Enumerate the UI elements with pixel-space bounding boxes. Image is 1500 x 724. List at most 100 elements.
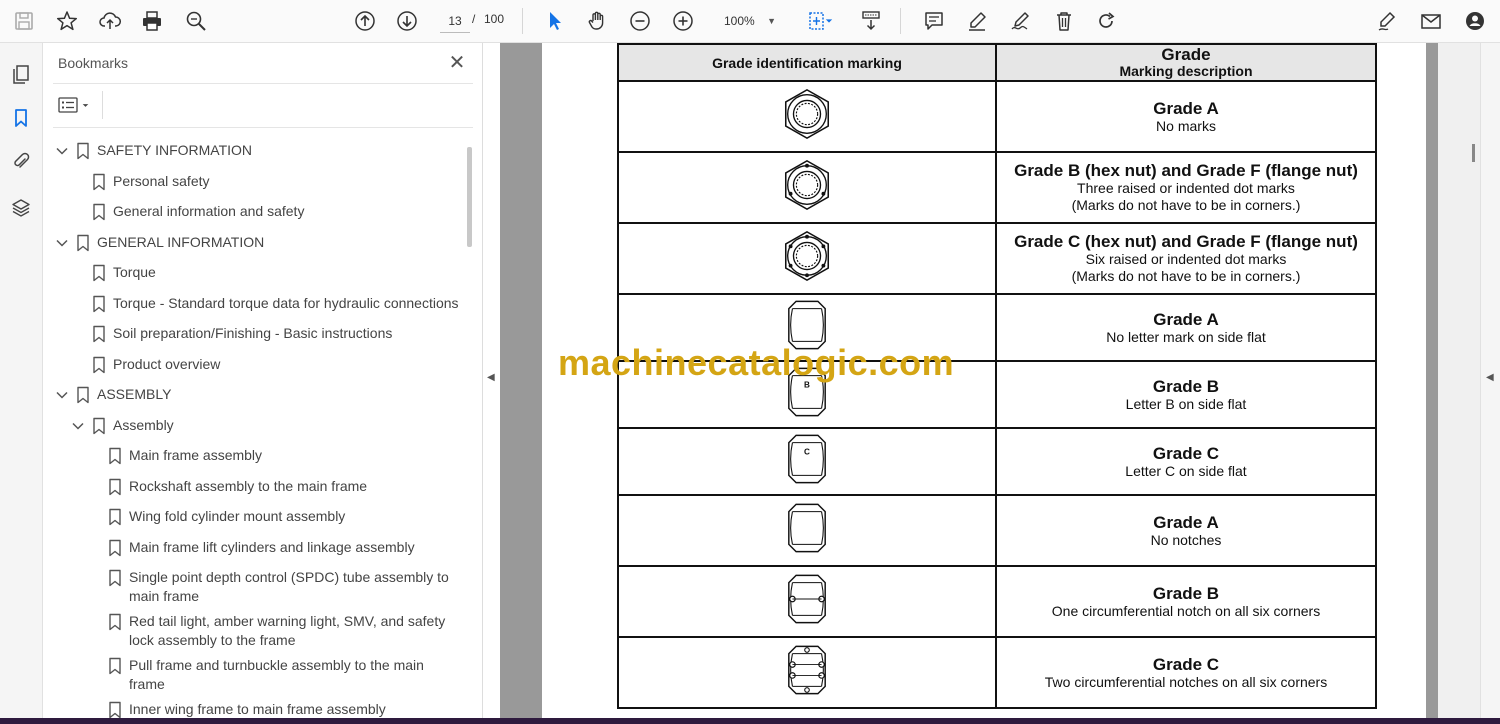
list-options-icon bbox=[58, 97, 78, 113]
grade-description: One circumferential notch on all six cor… bbox=[1051, 602, 1321, 619]
bookmark-item[interactable]: Single point depth control (SPDC) tube a… bbox=[43, 568, 463, 606]
trash-icon[interactable] bbox=[1049, 6, 1079, 36]
page-number-input[interactable]: 13 bbox=[440, 9, 470, 33]
select-cursor-icon[interactable] bbox=[540, 6, 570, 36]
collapse-left-icon[interactable]: ◀ bbox=[487, 372, 495, 383]
bookmark-item[interactable]: Product overview bbox=[43, 355, 463, 374]
bookmark-item[interactable]: ASSEMBLY bbox=[43, 385, 463, 404]
options-divider bbox=[102, 91, 103, 119]
bookmark-item[interactable]: SAFETY INFORMATION bbox=[43, 141, 463, 160]
grade-description-cell: Grade B Letter B on side flat bbox=[995, 360, 1377, 429]
grade-symbol-cell bbox=[617, 565, 997, 638]
bookmark-label: Personal safety bbox=[113, 172, 210, 189]
bookmark-item[interactable]: Main frame lift cylinders and linkage as… bbox=[43, 538, 463, 557]
table-row: Grade C (hex nut) and Grade F (flange nu… bbox=[617, 222, 1377, 295]
bookmark-item[interactable]: Torque - Standard torque data for hydrau… bbox=[43, 294, 463, 313]
bookmark-icon bbox=[109, 613, 121, 631]
bookmark-label: Rockshaft assembly to the main frame bbox=[129, 477, 368, 494]
grade-symbol-cell: C bbox=[617, 427, 997, 496]
right-rail bbox=[1480, 43, 1500, 724]
grade-symbol-cell bbox=[617, 80, 997, 153]
bookmarks-panel-title: Bookmarks bbox=[58, 55, 129, 71]
previous-page-icon[interactable] bbox=[350, 6, 380, 36]
bookmark-options-button[interactable] bbox=[58, 93, 98, 117]
nut-side-view-icon bbox=[788, 645, 826, 695]
hand-tool-icon[interactable] bbox=[582, 6, 612, 36]
comment-icon[interactable] bbox=[919, 6, 949, 36]
bookmark-icon bbox=[109, 447, 121, 465]
grade-description: (Marks do not have to be in corners.) bbox=[1071, 268, 1301, 284]
panel-divider bbox=[53, 83, 473, 84]
chevron-down-icon[interactable] bbox=[71, 419, 85, 433]
scroll-mode-icon[interactable] bbox=[856, 6, 886, 36]
account-icon[interactable] bbox=[1460, 6, 1490, 36]
nut-side-view-icon bbox=[788, 574, 826, 624]
bookmark-icon bbox=[109, 539, 121, 556]
zoom-select[interactable]: 100% ▼ bbox=[720, 9, 782, 33]
grade-title: Grade C bbox=[1152, 654, 1220, 674]
save-icon[interactable] bbox=[9, 6, 39, 36]
highlight-pen-icon[interactable] bbox=[962, 6, 992, 36]
zoom-out-icon[interactable] bbox=[625, 6, 655, 36]
chevron-down-icon[interactable] bbox=[55, 236, 69, 250]
page-thumbnails-icon[interactable] bbox=[7, 60, 35, 88]
grade-description: (Marks do not have to be in corners.) bbox=[1071, 197, 1301, 213]
draw-pen-icon[interactable] bbox=[1005, 6, 1035, 36]
chevron-down-icon[interactable] bbox=[55, 388, 69, 402]
redo-icon[interactable] bbox=[1091, 6, 1121, 36]
grade-description-cell: Grade B (hex nut) and Grade F (flange nu… bbox=[995, 151, 1377, 224]
zoom-in-icon[interactable] bbox=[668, 6, 698, 36]
zoom-search-icon[interactable] bbox=[181, 6, 211, 36]
bookmarks-scrollbar[interactable] bbox=[467, 147, 472, 247]
bookmark-item[interactable]: Main frame assembly bbox=[43, 446, 463, 465]
grade-title: Grade A bbox=[1153, 309, 1219, 329]
bookmark-item[interactable]: Inner wing frame to main frame assembly bbox=[43, 700, 463, 719]
grade-title: Grade B bbox=[1152, 376, 1220, 396]
attachment-icon[interactable] bbox=[7, 147, 35, 175]
side-flat-letter: C bbox=[804, 447, 810, 456]
fit-dropdown-icon[interactable] bbox=[822, 6, 836, 36]
collapse-right-icon[interactable]: ◀ bbox=[1486, 372, 1494, 383]
grade-title: Grade C (hex nut) and Grade F (flange nu… bbox=[1014, 232, 1358, 251]
page-total: 100 bbox=[484, 12, 505, 26]
email-icon[interactable] bbox=[1416, 6, 1446, 36]
bookmark-panel-icon[interactable] bbox=[7, 104, 35, 132]
grade-description: Two circumferential notches on all six c… bbox=[1044, 673, 1328, 690]
bookmark-icon bbox=[109, 569, 121, 587]
bookmark-item[interactable]: Wing fold cylinder mount assembly bbox=[43, 507, 463, 526]
bookmark-item[interactable]: Soil preparation/Finishing - Basic instr… bbox=[43, 324, 463, 343]
grade-title: Grade A bbox=[1153, 98, 1219, 118]
bookmark-label: Torque bbox=[113, 264, 156, 280]
bookmark-item[interactable]: General information and safety bbox=[43, 202, 463, 221]
bookmark-item[interactable]: Torque bbox=[43, 263, 463, 282]
star-icon[interactable] bbox=[52, 6, 82, 36]
bookmark-label: Product overview bbox=[113, 355, 221, 372]
sign-icon[interactable] bbox=[1372, 6, 1402, 36]
chevron-down-icon[interactable] bbox=[55, 144, 69, 158]
table-row: Grade A No marks bbox=[617, 80, 1377, 153]
bookmark-label: lock assembly to the frame bbox=[129, 632, 296, 648]
grade-description: Letter B on side flat bbox=[1125, 395, 1247, 412]
layers-icon[interactable] bbox=[7, 194, 35, 222]
grade-symbol-cell bbox=[617, 636, 997, 709]
bookmark-icon bbox=[109, 701, 121, 719]
grade-description-cell: Grade A No marks bbox=[995, 80, 1377, 153]
bookmark-item[interactable]: Assembly bbox=[43, 416, 463, 435]
bookmark-item[interactable]: GENERAL INFORMATION bbox=[43, 233, 463, 252]
bookmark-label: Single point depth control (SPDC) tube a… bbox=[129, 569, 449, 585]
bookmark-item[interactable]: Rockshaft assembly to the main frame bbox=[43, 477, 463, 496]
print-icon[interactable] bbox=[137, 6, 167, 36]
close-icon[interactable]: ✕ bbox=[445, 51, 469, 75]
grade-description-cell: Grade A No notches bbox=[995, 494, 1377, 567]
document-scrollbar[interactable] bbox=[1472, 144, 1475, 162]
bookmark-icon bbox=[93, 356, 105, 373]
cloud-upload-icon[interactable] bbox=[95, 6, 125, 36]
next-page-icon[interactable] bbox=[392, 6, 422, 36]
bookmark-icon bbox=[77, 142, 89, 160]
column-header: Grade identification marking bbox=[617, 43, 997, 82]
bookmark-item[interactable]: Personal safety bbox=[43, 172, 463, 191]
bookmark-item[interactable]: Pull frame and turnbuckle assembly to th… bbox=[43, 656, 463, 694]
bookmark-label: Assembly bbox=[113, 416, 174, 433]
bookmark-item[interactable]: Red tail light, amber warning light, SMV… bbox=[43, 612, 463, 650]
toolbar: 13 / 100 100% ▼ bbox=[0, 0, 1500, 43]
